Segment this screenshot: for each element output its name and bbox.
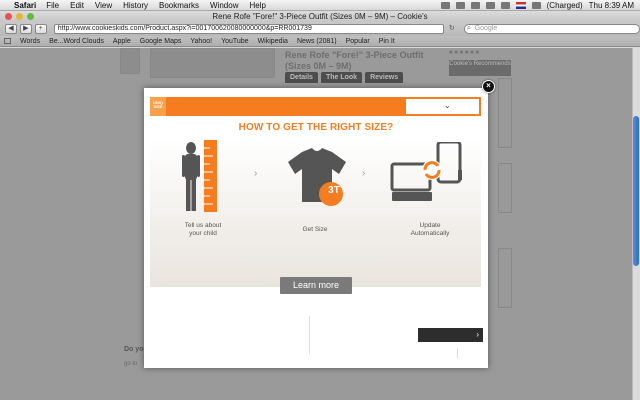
page-link[interactable]: go to xyxy=(124,361,137,367)
sync-icon[interactable] xyxy=(440,2,450,9)
browser-toolbar: ◀ ▶ + http://www.cookieskids.com/Product… xyxy=(0,22,640,36)
battery-status[interactable]: (Charged) xyxy=(547,1,583,10)
window-title: Rene Rofe "Fore!" 3-Piece Outfit (Sizes … xyxy=(212,12,428,21)
tshirt-icon xyxy=(288,148,346,206)
steps-panel: Tell us about your child › 3T Get Size ›… xyxy=(150,140,481,287)
menu-window[interactable]: Window xyxy=(210,1,238,10)
reload-icon[interactable]: ↻ xyxy=(447,24,457,34)
menu-bookmarks[interactable]: Bookmarks xyxy=(159,1,199,10)
learn-more-button[interactable]: Learn more xyxy=(280,277,352,294)
scrollbar-thumb[interactable] xyxy=(633,116,639,266)
product-image xyxy=(150,48,275,78)
menu-history[interactable]: History xyxy=(123,1,148,10)
menu-help[interactable]: Help xyxy=(249,1,265,10)
product-title: Rene Rofe "Fore!" 3-Piece Outfit (Sizes … xyxy=(285,50,424,71)
recommends-header: Cookie's Recommends xyxy=(449,60,511,76)
bookmark-item[interactable]: Yahoo! xyxy=(190,38,212,45)
bookmark-item[interactable]: Popular xyxy=(346,38,370,45)
chevron-down-icon[interactable]: ⌄ xyxy=(444,101,451,110)
size-guide-modal: UNIQ SIZE ⌄ HOW TO GET THE RIGHT SIZE? T… xyxy=(144,88,488,368)
volume-icon[interactable] xyxy=(500,2,510,9)
tab-details[interactable]: Details xyxy=(285,72,318,83)
modal-heading: HOW TO GET THE RIGHT SIZE? xyxy=(238,122,394,133)
step-1-label: Tell us about your child xyxy=(184,222,222,237)
time-machine-icon[interactable] xyxy=(455,2,465,9)
bookmark-item[interactable]: Google Maps xyxy=(140,38,182,45)
recommend-thumbnail[interactable] xyxy=(498,163,512,213)
menubar-status-area: (Charged) Thu 8:39 AM xyxy=(440,0,634,11)
address-bar[interactable]: http://www.cookieskids.com/Product.aspx?… xyxy=(53,24,444,34)
close-icon[interactable]: × xyxy=(482,80,495,93)
bluetooth-icon[interactable] xyxy=(470,2,480,9)
divider xyxy=(309,316,310,354)
recommend-thumbnail[interactable] xyxy=(498,78,512,148)
share-icons[interactable]: ■ ■ ■ ■ ■ ■ xyxy=(449,50,479,56)
devices-sync-icon xyxy=(390,142,462,201)
menu-file[interactable]: File xyxy=(46,1,59,10)
divider xyxy=(457,348,458,358)
brand-logo: UNIQ SIZE xyxy=(150,97,166,116)
chevron-right-icon: › xyxy=(254,168,258,179)
search-input[interactable]: Google xyxy=(463,24,640,34)
bookmarks-bar: Words Be...Word Clouds Apple Google Maps… xyxy=(0,36,640,47)
menu-view[interactable]: View xyxy=(95,1,112,10)
forward-button[interactable]: ▶ xyxy=(19,24,32,34)
show-bookmarks-icon[interactable] xyxy=(4,38,11,44)
bookmark-item[interactable]: News (2081) xyxy=(297,38,337,45)
system-menu-bar: Safari File Edit View History Bookmarks … xyxy=(0,0,640,11)
bookmark-item[interactable]: Be...Word Clouds xyxy=(49,38,104,45)
wifi-icon[interactable] xyxy=(485,2,495,9)
bookmark-item[interactable]: YouTube xyxy=(221,38,249,45)
browser-title-bar: Rene Rofe "Fore!" 3-Piece Outfit (Sizes … xyxy=(0,11,640,22)
product-thumbnail[interactable] xyxy=(120,48,140,74)
tab-the-look[interactable]: The Look xyxy=(320,72,363,83)
menu-app-safari[interactable]: Safari xyxy=(14,1,36,10)
clock[interactable]: Thu 8:39 AM xyxy=(589,1,634,10)
add-bookmark-button[interactable]: + xyxy=(34,24,47,34)
product-tabs: Details The Look Reviews xyxy=(285,72,404,83)
menu-edit[interactable]: Edit xyxy=(70,1,84,10)
size-badge: 3T xyxy=(328,185,340,196)
step-2-label: Get Size xyxy=(302,226,328,233)
bookmark-item[interactable]: Pin It xyxy=(379,38,395,45)
tab-reviews[interactable]: Reviews xyxy=(365,72,404,83)
input-source-flag-icon[interactable] xyxy=(515,2,526,9)
back-button[interactable]: ◀ xyxy=(5,24,17,34)
battery-icon[interactable] xyxy=(531,2,541,9)
step-3-label: Update Automatically xyxy=(410,222,450,237)
bookmark-item[interactable]: Wikipedia xyxy=(258,38,288,45)
chevron-right-icon: › xyxy=(362,168,366,179)
recommend-thumbnail[interactable] xyxy=(498,248,512,308)
next-button[interactable]: › xyxy=(418,328,483,342)
size-dropdown[interactable] xyxy=(406,99,479,114)
bookmark-item[interactable]: Apple xyxy=(113,38,131,45)
bookmark-item[interactable]: Words xyxy=(20,38,40,45)
child-measure-icon xyxy=(182,140,217,212)
